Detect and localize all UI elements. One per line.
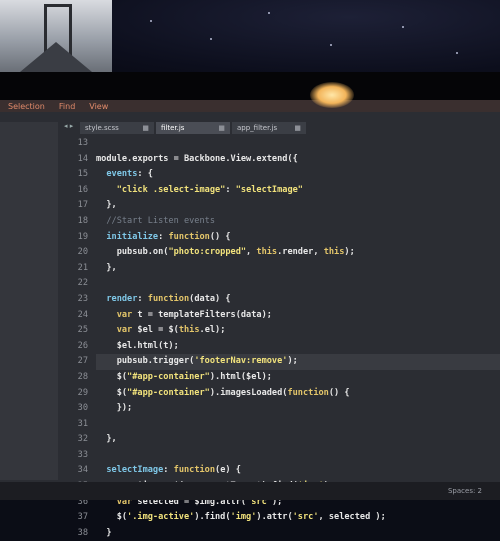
line-number: 33 [77,449,88,460]
line-number: 21 [77,262,88,273]
lamp-reflection [310,82,354,108]
line-number: 30 [77,403,88,414]
line-number: 18 [77,215,88,226]
code-line[interactable]: selectImage: function(e) { [96,463,500,479]
status-bar: Spaces: 2 [0,482,500,500]
line-number: 32 [77,434,88,445]
line-number: 15 [77,169,88,180]
code-line[interactable]: pubsub.trigger('footerNav:remove'); [96,354,500,370]
code-line[interactable]: events: { [96,167,500,183]
line-number: 34 [77,465,88,476]
code-line[interactable]: "click .select-image": "selectImage" [96,183,500,199]
line-number: 25 [77,325,88,336]
line-number: 14 [77,153,88,164]
tab-label: style.scss [85,124,119,132]
line-number: 17 [77,200,88,211]
star [456,52,458,54]
line-number: 28 [77,371,88,382]
sidebar [0,122,58,480]
code-line[interactable]: $("#app-container").imagesLoaded(functio… [96,386,500,402]
line-number: 20 [77,247,88,258]
code-line[interactable]: $el.html(t); [96,339,500,355]
close-icon[interactable]: ■ [142,124,149,132]
menu-bar: Selection Find View [0,100,500,112]
code-area[interactable]: module.exports = Backbone.View.extend({ … [96,136,500,538]
line-number: 38 [77,527,88,538]
line-number: 16 [77,184,88,195]
code-line[interactable]: }, [96,432,500,448]
bridge-road [20,42,92,72]
close-icon[interactable]: ■ [218,124,225,132]
line-number: 27 [77,356,88,367]
code-line[interactable]: }, [96,198,500,214]
code-line[interactable]: $("#app-container").html($el); [96,370,500,386]
code-line[interactable]: var $el = $(this.el); [96,323,500,339]
line-number: 26 [77,340,88,351]
line-number: 24 [77,309,88,320]
code-line[interactable]: } [96,526,500,541]
code-line[interactable]: }); [96,401,500,417]
line-number: 23 [77,293,88,304]
code-line[interactable]: initialize: function() { [96,230,500,246]
code-line[interactable] [96,276,500,292]
code-line[interactable]: //Start Listen events [96,214,500,230]
code-line[interactable] [96,136,500,152]
tab-label: filter.js [161,124,185,132]
tab-bar: style.scss ■ filter.js ■ app_filter.js ■ [60,120,500,134]
code-line[interactable] [96,448,500,464]
tab-style-scss[interactable]: style.scss ■ [80,122,154,134]
tab-app-filter-js[interactable]: app_filter.js ■ [232,122,306,134]
line-number: 13 [77,138,88,148]
code-line[interactable] [96,417,500,433]
line-number-gutter: 13 14 15 16 17 18 19 20 21 22 23 24 25 26 27 28 29 30 31 32… [60,136,96,538]
bridge-photo-thumbnail [0,0,112,72]
code-line[interactable]: module.exports = Backbone.View.extend({ [96,152,500,168]
code-line[interactable]: var t = templateFilters(data); [96,308,500,324]
star [330,44,332,46]
indentation-status[interactable]: Spaces: 2 [448,487,482,495]
code-line[interactable]: pubsub.on("photo:cropped", this.render, … [96,245,500,261]
line-number: 19 [77,231,88,242]
star [402,26,404,28]
line-number: 31 [77,418,88,429]
star [268,12,270,14]
code-editor-window: Selection Find View ◂ ▸ style.scss ■ fil… [0,100,500,538]
line-number: 29 [77,387,88,398]
tab-filter-js[interactable]: filter.js ■ [156,122,230,134]
code-line[interactable]: }, [96,261,500,277]
star [150,20,152,22]
close-icon[interactable]: ■ [294,124,301,132]
menu-item-find[interactable]: Find [59,102,75,111]
menu-item-view[interactable]: View [89,102,108,111]
tab-label: app_filter.js [237,124,278,132]
menu-item-selection[interactable]: Selection [8,102,45,111]
code-line[interactable]: render: function(data) { [96,292,500,308]
code-line[interactable]: $('.img-active').find('img').attr('src',… [96,510,500,526]
line-number: 37 [77,512,88,523]
line-number: 22 [77,278,88,289]
star [210,38,212,40]
